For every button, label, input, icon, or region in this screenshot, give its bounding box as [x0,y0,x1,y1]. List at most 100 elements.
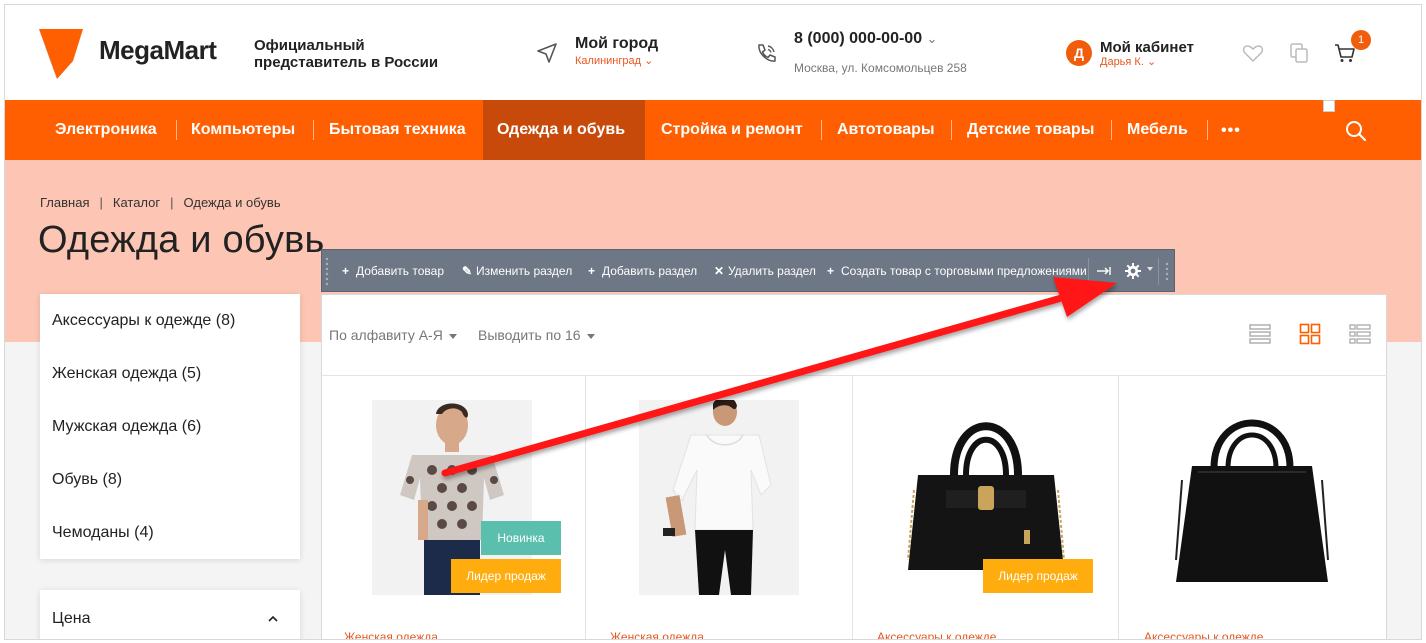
breadcrumb: Главная | Каталог | Одежда и обувь [40,195,281,210]
badge-bestseller: Лидер продаж [983,559,1093,593]
editor-indicator-icon[interactable] [1323,100,1335,112]
grid-view-icon[interactable] [1299,323,1321,345]
pin-toolbar-icon[interactable] [1096,264,1112,278]
badge-new: Новинка [481,521,561,555]
close-icon: ✕ [714,264,725,278]
nav-item-electronics[interactable]: Электроника [43,100,169,160]
caret-down-icon[interactable] [1147,267,1153,271]
pencil-icon: ✎ [462,264,473,278]
create-product-offers-label: Создать товар с торговыми предложениями [841,264,1087,278]
more-menu-icon[interactable]: ••• [1221,122,1241,140]
edit-section-button[interactable]: ✎ Изменить раздел [462,264,572,278]
nav-item-construction[interactable]: Стройка и ремонт [649,100,815,160]
chevron-down-icon: ⌄ [1146,56,1157,68]
sidebar-item-womens[interactable]: Женская одежда (5) [52,365,201,383]
badge-bestseller: Лидер продаж [451,559,561,593]
nav-divider [821,120,822,140]
white-blouse-product-image [639,396,799,595]
cart-count-badge: 1 [1351,30,1371,50]
breadcrumb-home[interactable]: Главная [40,195,89,210]
page-title: Одежда и обувь [38,219,325,261]
heart-icon[interactable] [1241,41,1265,65]
product-category-link[interactable]: Аксессуары к одежде [1144,630,1263,639]
brand-name[interactable]: MegaMart [99,35,217,66]
breadcrumb-catalog[interactable]: Каталог [113,195,160,210]
avatar[interactable]: Д [1066,40,1092,66]
product-image[interactable] [639,396,799,595]
product-image[interactable] [1172,400,1332,595]
drag-handle-icon[interactable] [1165,256,1169,286]
breadcrumb-current: Одежда и обувь [183,195,281,210]
toolbar-divider [1158,258,1159,285]
price-filter-label: Цена [52,610,91,627]
product-category-link[interactable]: Аксессуары к одежде [877,630,996,639]
city-selector[interactable]: Калининград ⌄ [575,54,653,67]
phone-selector[interactable]: 8 (000) 000-00-00 ⌄ [794,30,937,48]
plus-icon: + [342,264,350,278]
toolbar-divider [1088,258,1089,285]
phone-number: 8 (000) 000-00-00 [794,30,923,47]
panel-divider [321,375,1387,376]
breadcrumb-separator: | [170,195,174,210]
phone-icon [758,44,776,62]
city-title: Мой город [575,35,659,52]
nav-item-computers[interactable]: Компьютеры [179,100,307,160]
nav-divider [1207,120,1208,140]
nav-item-furniture[interactable]: Мебель [1115,100,1200,160]
edit-section-label: Изменить раздел [476,264,573,278]
add-section-label: Добавить раздел [602,264,698,278]
list-view-icon[interactable] [1249,323,1271,345]
brand-tagline: Официальный представитель в России [254,37,439,71]
table-view-icon[interactable] [1349,323,1371,345]
sort-label: По алфавиту А-Я [329,327,443,343]
nav-item-clothing[interactable]: Одежда и обувь [483,100,645,160]
delete-section-label: Удалить раздел [728,264,816,278]
add-product-label: Добавить товар [356,264,444,278]
megamart-logo-icon[interactable] [39,27,83,79]
compare-icon[interactable] [1287,41,1311,65]
caret-down-icon [448,333,457,339]
price-filter[interactable]: Цена [40,590,300,639]
nav-item-appliances[interactable]: Бытовая техника [317,100,478,160]
admin-edit-toolbar: + Добавить товар ✎ Изменить раздел + Добави… [321,249,1175,292]
per-page-dropdown[interactable]: Выводить по 16 [478,327,595,343]
drag-handle-icon[interactable] [325,256,329,286]
sidebar-item-luggage[interactable]: Чемоданы (4) [52,524,154,542]
product-category-link[interactable]: Женская одежда [344,630,438,639]
nav-item-kids[interactable]: Детские товары [955,100,1106,160]
user-name-selector[interactable]: Дарья К. ⌄ [1100,55,1156,68]
site-header: MegaMart Официальный представитель в Рос… [5,5,1421,100]
chevron-up-icon[interactable] [266,612,280,626]
nav-item-auto[interactable]: Автотовары [825,100,947,160]
add-product-button[interactable]: + Добавить товар [342,264,444,278]
chevron-down-icon: ⌄ [926,31,938,46]
sidebar-item-accessories[interactable]: Аксессуары к одежде (8) [52,312,235,330]
nav-divider [176,120,177,140]
sidebar-item-mens[interactable]: Мужская одежда (6) [52,418,201,436]
card-divider [1118,376,1119,639]
create-product-offers-button[interactable]: + Создать товар с торговыми предложениями [827,264,1087,278]
gear-icon[interactable] [1124,262,1142,280]
my-account-link[interactable]: Мой кабинет [1100,39,1194,56]
nav-divider [951,120,952,140]
add-section-button[interactable]: + Добавить раздел [588,264,697,278]
nav-divider [313,120,314,140]
per-page-label: Выводить по 16 [478,327,581,343]
caret-down-icon [586,333,595,339]
card-divider [852,376,853,639]
city-value: Калининград [575,55,642,67]
breadcrumb-separator: | [99,195,103,210]
category-sidebar: Аксессуары к одежде (8) Женская одежда (… [40,294,300,559]
sort-dropdown[interactable]: По алфавиту А-Я [329,327,457,343]
card-divider [585,376,586,639]
sidebar-item-shoes[interactable]: Обувь (8) [52,471,122,489]
nav-divider [1111,120,1112,140]
product-category-link[interactable]: Женская одежда [610,630,704,639]
user-name: Дарья К. [1100,56,1144,68]
page: MegaMart Официальный представитель в Рос… [4,4,1422,640]
main-menu: Электроника Компьютеры Бытовая техника О… [5,100,1421,160]
delete-section-button[interactable]: ✕ Удалить раздел [714,264,816,278]
chevron-down-icon: ⌄ [644,55,654,67]
plus-icon: + [588,264,596,278]
search-icon[interactable] [1343,118,1369,144]
